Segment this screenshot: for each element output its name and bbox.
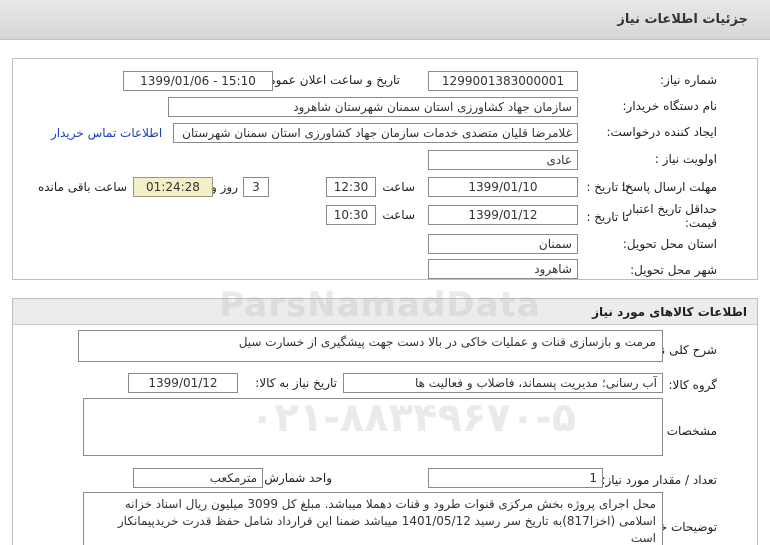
reply-hour-label: ساعت <box>382 180 415 194</box>
price-to-date-label: تا تاریخ : <box>586 210 629 224</box>
need-number-field: 1299001383000001 <box>428 71 578 91</box>
reply-time-field: 12:30 <box>326 177 376 197</box>
reply-to-date-label: تا تاریخ : <box>586 180 629 194</box>
quantity-label: تعداد / مقدار مورد نیاز: <box>601 473 717 487</box>
quantity-field: 1 <box>428 468 603 488</box>
requester-label: ایجاد کننده درخواست: <box>606 125 717 139</box>
unit-label: واحد شمارش: <box>260 471 332 485</box>
buyer-notes-field: محل اجرای پروژه بخش مرکزی قنوات طرود و ق… <box>83 492 663 545</box>
reply-date-field: 1399/01/10 <box>428 177 578 197</box>
announce-field: 1399/01/06 - 15:10 <box>123 71 273 91</box>
days-label: روز و <box>211 180 238 194</box>
requester-field: غلامرضا قلیان متصدی خدمات سازمان جهاد کش… <box>173 123 578 143</box>
buyer-contact-link[interactable]: اطلاعات تماس خریدار <box>51 126 162 140</box>
need-date-field: 1399/01/12 <box>128 373 238 393</box>
city-field: شاهرود <box>428 259 578 279</box>
goods-group-field: آب رسانی؛ مدیریت پسماند، فاضلاب و فعالیت… <box>343 373 663 393</box>
unit-field: مترمکعب <box>133 468 263 488</box>
header-bar: جزئیات اطلاعات نیاز <box>0 0 770 40</box>
spec-field <box>83 398 663 456</box>
province-label: استان محل تحویل: <box>622 237 717 251</box>
announce-label: تاریخ و ساعت اعلان عمومی: <box>255 73 400 87</box>
need-number-label: شماره نیاز: <box>660 73 717 87</box>
priority-field: عادی <box>428 150 578 170</box>
buyer-org-label: نام دستگاه خریدار: <box>622 99 718 113</box>
days-field: 3 <box>243 177 269 197</box>
city-label: شهر محل تحویل: <box>630 263 717 277</box>
goods-info-panel: اطلاعات کالاهای مورد نیاز شرح کلی نیاز: … <box>12 298 758 545</box>
need-date-label: تاریخ نیاز به کالا: <box>255 376 337 390</box>
price-hour-label: ساعت <box>382 208 415 222</box>
need-info-panel: شماره نیاز: 1299001383000001 تاریخ و ساع… <box>12 58 758 280</box>
reply-deadline-label: مهلت ارسال پاسخ: <box>621 180 717 194</box>
page-title: جزئیات اطلاعات نیاز <box>617 12 748 27</box>
remaining-time-label: ساعت باقی مانده <box>37 180 127 194</box>
general-desc-field: مرمت و بازسازی قنات و عملیات خاکی در بال… <box>78 330 663 362</box>
priority-label: اولویت نیاز : <box>654 152 717 166</box>
price-date-field: 1399/01/12 <box>428 205 578 225</box>
goods-section-title: اطلاعات کالاهای مورد نیاز <box>592 305 747 319</box>
buyer-org-field: سازمان جهاد کشاورزی استان سمنان شهرستان … <box>168 97 578 117</box>
page: جزئیات اطلاعات نیاز شماره نیاز: 12990013… <box>0 0 770 545</box>
goods-group-label: گروه کالا: <box>668 378 718 392</box>
province-field: سمنان <box>428 234 578 254</box>
remaining-time-field: 01:24:28 <box>133 177 213 197</box>
price-time-field: 10:30 <box>326 205 376 225</box>
goods-section-bar: اطلاعات کالاهای مورد نیاز <box>13 299 757 325</box>
